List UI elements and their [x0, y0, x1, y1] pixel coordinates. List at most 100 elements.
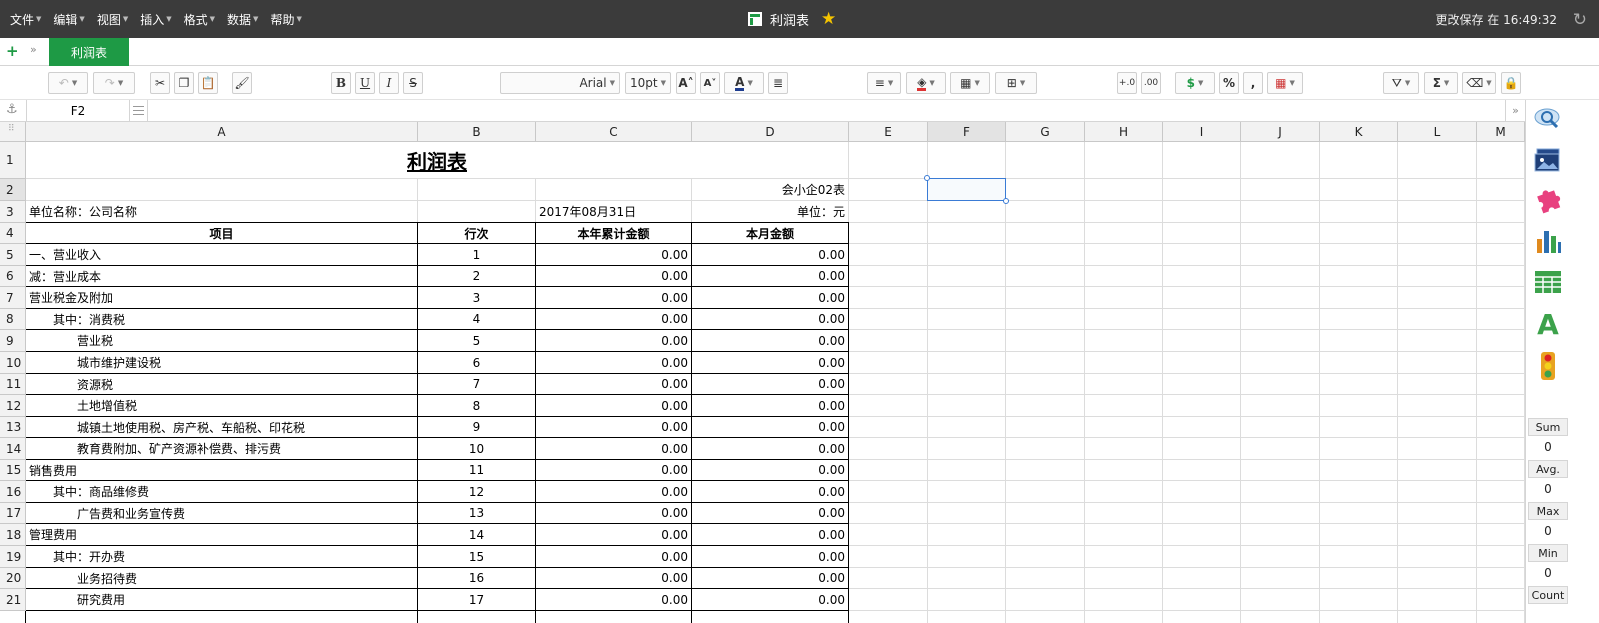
fill-color-button[interactable]: ◈ ▼ [906, 72, 946, 94]
line-number-cell[interactable]: 9 [418, 417, 535, 437]
line-number-cell[interactable]: 11 [418, 460, 535, 480]
cell-area[interactable]: 利润表 会小企02表 单位名称：公司名称 2017年08月31日 单位：元 项目 行次 本年累… [0, 122, 1525, 623]
item-name-cell[interactable]: 一、营业收入 [26, 244, 417, 265]
menu-item-4[interactable]: 插入 ▼ [134, 11, 177, 28]
table-header-cell[interactable]: 项目 [26, 223, 417, 243]
paste-button[interactable]: 📋 [198, 72, 218, 94]
column-header-a[interactable]: A [26, 122, 418, 142]
ytd-amount-cell[interactable]: 0.00 [536, 244, 691, 265]
line-number-cell[interactable]: 14 [418, 524, 535, 545]
column-header-g[interactable]: G [1006, 122, 1085, 142]
month-amount-cell[interactable]: 0.00 [692, 374, 848, 394]
item-name-cell[interactable]: 销售费用 [26, 460, 417, 480]
column-header-d[interactable]: D [692, 122, 849, 142]
column-header-l[interactable]: L [1398, 122, 1477, 142]
row-header-11[interactable]: 11 [0, 374, 26, 395]
month-amount-cell[interactable]: 0.00 [692, 503, 848, 523]
month-amount-cell[interactable]: 0.00 [692, 352, 848, 373]
column-header-k[interactable]: K [1320, 122, 1398, 142]
row-header-17[interactable]: 17 [0, 503, 26, 524]
ytd-amount-cell[interactable]: 0.00 [536, 352, 691, 373]
sheet-list-icon[interactable]: » [30, 43, 37, 56]
menu-item-3[interactable]: 视图 ▼ [91, 11, 134, 28]
month-amount-cell[interactable]: 0.00 [692, 330, 848, 351]
menu-item-2[interactable]: 编辑 ▼ [47, 11, 90, 28]
line-number-cell[interactable]: 7 [418, 374, 535, 394]
underline-button[interactable]: U [355, 72, 375, 94]
sheet-title[interactable]: 利润表 [26, 142, 848, 178]
line-number-cell[interactable]: 4 [418, 309, 535, 329]
ytd-amount-cell[interactable]: 0.00 [536, 287, 691, 308]
ytd-amount-cell[interactable]: 0.00 [536, 395, 691, 416]
menu-item-6[interactable]: 数据 ▼ [221, 11, 264, 28]
menu-item-1[interactable]: 文件 ▼ [4, 11, 47, 28]
selected-cell-f2[interactable] [924, 175, 1009, 204]
table-header-cell[interactable]: 本年累计金额 [536, 223, 691, 243]
ytd-amount-cell[interactable]: 0.00 [536, 309, 691, 329]
table-icon[interactable] [1531, 266, 1565, 298]
table-header-cell[interactable]: 本月金额 [692, 223, 848, 243]
selection-handle[interactable] [924, 175, 930, 181]
strikethrough-button[interactable]: S [403, 72, 423, 94]
month-amount-cell[interactable]: 0.00 [692, 589, 848, 610]
text-style-icon[interactable]: A [1531, 308, 1565, 341]
ytd-amount-cell[interactable]: 0.00 [536, 374, 691, 394]
line-number-cell[interactable]: 5 [418, 330, 535, 351]
row-header-19[interactable]: 19 [0, 546, 26, 568]
row-header-3[interactable]: 3 [0, 201, 26, 223]
anchor-icon[interactable]: ⚓ [6, 102, 18, 117]
month-amount-cell[interactable]: 0.00 [692, 417, 848, 437]
puzzle-icon[interactable] [1531, 184, 1565, 216]
redo-button[interactable]: ↷ ▼ [93, 72, 135, 94]
decrease-decimal-button[interactable]: .00 [1141, 72, 1161, 94]
decrease-font-button[interactable]: A˅ [700, 72, 720, 94]
month-amount-cell[interactable]: 0.00 [692, 438, 848, 459]
line-number-cell[interactable]: 2 [418, 266, 535, 286]
add-sheet-button[interactable]: + [6, 42, 19, 60]
menu-item-7[interactable]: 帮助 ▼ [264, 11, 307, 28]
ytd-amount-cell[interactable]: 0.00 [536, 266, 691, 286]
selection-fill-handle[interactable] [1003, 198, 1009, 204]
line-number-cell[interactable]: 8 [418, 395, 535, 416]
currency-format-button[interactable]: $ ▼ [1175, 72, 1215, 94]
copy-button[interactable]: ❐ [174, 72, 194, 94]
percent-format-button[interactable]: % [1219, 72, 1239, 94]
date-format-button[interactable]: ▦ ▼ [1267, 72, 1303, 94]
row-header-16[interactable]: 16 [0, 481, 26, 503]
row-header-18[interactable]: 18 [0, 524, 26, 546]
ytd-amount-cell[interactable]: 0.00 [536, 503, 691, 523]
ytd-amount-cell[interactable]: 0.00 [536, 417, 691, 437]
row-header-15[interactable]: 15 [0, 460, 26, 481]
expand-formula-icon[interactable]: » [1505, 100, 1525, 121]
lock-button[interactable]: 🔒 [1501, 72, 1521, 94]
star-icon[interactable]: ★ [821, 9, 836, 29]
cut-button[interactable]: ✂ [150, 72, 170, 94]
clear-button[interactable]: ⌫ ▼ [1462, 72, 1496, 94]
merge-cells-button[interactable]: ⊞ ▼ [995, 72, 1037, 94]
item-name-cell[interactable]: 资源税 [26, 374, 417, 394]
item-name-cell[interactable]: 营业税 [26, 330, 417, 351]
month-amount-cell[interactable]: 0.00 [692, 309, 848, 329]
row-header-9[interactable]: 9 [0, 330, 26, 352]
comma-format-button[interactable]: , [1243, 72, 1263, 94]
row-header-10[interactable]: 10 [0, 352, 26, 374]
line-number-cell[interactable]: 16 [418, 568, 535, 588]
font-size-select[interactable]: 10pt ▼ [625, 72, 671, 94]
column-header-f[interactable]: F [928, 122, 1006, 142]
line-number-cell[interactable]: 13 [418, 503, 535, 523]
line-number-cell[interactable]: 15 [418, 546, 535, 567]
item-name-cell[interactable]: 管理费用 [26, 524, 417, 545]
month-amount-cell[interactable]: 0.00 [692, 244, 848, 265]
item-name-cell[interactable]: 城镇土地使用税、房产税、车船税、印花税 [26, 417, 417, 437]
month-amount-cell[interactable]: 0.00 [692, 395, 848, 416]
filter-button[interactable]: ⛛ ▼ [1383, 72, 1419, 94]
autosum-button[interactable]: Σ ▼ [1424, 72, 1458, 94]
line-number-cell[interactable]: 6 [418, 352, 535, 373]
menu-item-5[interactable]: 格式 ▼ [178, 11, 221, 28]
item-name-cell[interactable]: 土地增值税 [26, 395, 417, 416]
item-name-cell[interactable]: 其中：消费税 [26, 309, 417, 329]
line-number-cell[interactable]: 1 [418, 244, 535, 265]
refresh-icon[interactable]: ↻ [1573, 10, 1587, 30]
increase-font-button[interactable]: A˄ [676, 72, 696, 94]
row-header-14[interactable]: 14 [0, 438, 26, 460]
